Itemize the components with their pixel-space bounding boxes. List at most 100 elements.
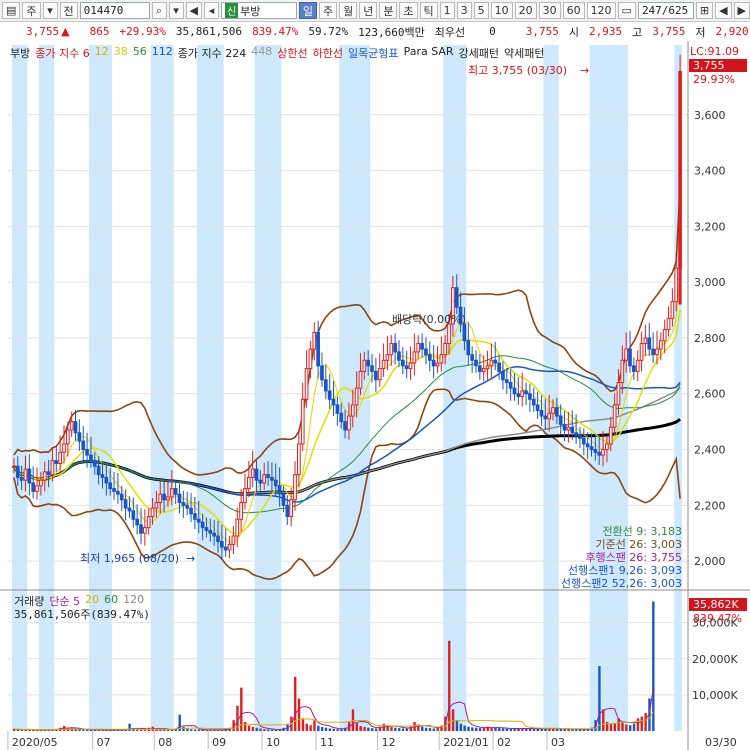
prev-stock-icon[interactable]: ◂ [203,2,219,19]
candle-body [358,370,363,389]
volume-bar [640,716,643,731]
candle-body [520,390,525,398]
high-arrow-icon: → [580,64,589,77]
candle-body [85,449,89,456]
interval-1[interactable]: 1 [439,2,455,19]
candle-body [227,543,232,551]
candle-body [620,359,625,384]
period-second[interactable]: 초 [399,2,418,19]
candle-body [335,404,340,414]
market2-select[interactable]: 전 [59,2,78,19]
highlight-band [196,45,224,731]
legend-lower[interactable]: 하한선 [313,45,343,61]
highlight-band [254,45,282,731]
legend-ma3[interactable]: 448 [251,45,272,61]
candle-body [454,287,459,308]
minimize-icon[interactable]: ▭ [617,2,636,19]
candle-body [270,476,274,481]
candle-body [497,362,501,372]
volume-bar [336,729,339,731]
legend-ichimoku[interactable]: 일목균형표 [348,45,399,61]
interval-10[interactable]: 10 [490,2,513,19]
candle-body [485,365,490,370]
price-chart[interactable]: 2,000 2,200 2,400 2,600 2,800 3,000 3,200 3,400… [0,41,750,750]
legend-ma-label[interactable]: 종가 지수 6 [35,45,89,61]
period-day[interactable]: 일 [298,2,317,19]
candle-body [551,407,555,414]
candle-body [266,474,270,478]
interval-20[interactable]: 20 [514,2,537,19]
interval-5[interactable]: 5 [473,2,489,19]
candle-body [150,507,155,517]
high-label: 고 [632,25,643,39]
high-annotation: 최고 3,755 (03/30) [468,64,567,77]
candle-body [570,426,575,434]
period-month[interactable]: 월 [339,2,358,19]
candle-body [512,387,517,395]
candle-body [524,390,528,395]
dropdown-icon[interactable]: ▾ [168,2,184,19]
candle-body [281,493,286,506]
candle-body [562,423,567,431]
candle-body [277,485,282,495]
chart-type-icon[interactable]: ▤ [2,2,21,19]
legend-ma-112[interactable]: 112 [152,45,173,61]
candle-body [635,359,640,372]
legend-psar[interactable]: Para SAR [404,45,454,61]
legend-ma2[interactable]: 종가 지수 224 [178,45,246,61]
volume-ratio: 839.47% [252,25,299,38]
candle-body [27,468,32,484]
prev-page-icon[interactable]: ◀ [715,2,732,19]
candle-body [92,460,97,467]
interval-3[interactable]: 3 [456,2,472,19]
volume-bar [629,725,632,731]
volume-bar [598,666,601,731]
candle-body [119,493,124,501]
period-week[interactable]: 주 [318,2,338,19]
highlight-band [543,45,559,731]
legend-name[interactable]: 부방 [10,45,30,61]
volume-bar [405,728,409,731]
x-tick-label: 03 [551,736,565,749]
candle-body [123,499,128,509]
stock-code-input[interactable]: 014470 [79,2,150,19]
candle-body [427,354,432,361]
grid-icon[interactable]: ⊞ [695,2,714,19]
legend-ma-56[interactable]: 56 [133,45,147,61]
interval-30[interactable]: 30 [538,2,561,19]
candle-body [23,468,28,481]
candle-body [243,488,247,504]
volume-bar [247,725,251,731]
period-year[interactable]: 년 [359,2,378,19]
candle-body [181,502,186,506]
volume-bar [463,725,466,731]
price-tick-label: 2,800 [694,332,726,345]
period-tick[interactable]: 틱 [419,2,438,19]
next-page-icon[interactable]: ▶ [733,2,750,19]
interval-60[interactable]: 60 [562,2,585,19]
candle-body [316,331,320,367]
candle-body [632,365,636,372]
low-arrow-icon: → [186,552,195,565]
legend-weak[interactable]: 약세패턴 [504,45,544,61]
legend-ma-12[interactable]: 12 [95,45,109,61]
stock-name-field[interactable]: 신 부방 [220,2,297,19]
volume-bar [374,728,378,731]
interval-120[interactable]: 120 [586,2,616,19]
volume-bar [317,725,320,731]
candle-body [254,468,259,481]
legend-strong[interactable]: 강세패턴 [459,45,499,61]
paging-field[interactable]: 247/625 [637,2,694,19]
period-minute[interactable]: 분 [379,2,398,19]
search-icon[interactable]: ⌕ [151,2,167,19]
market-select[interactable]: 주 [22,2,41,19]
legend-upper[interactable]: 상한선 [277,45,307,61]
price-tick-label: 3,200 [694,220,726,233]
low-annotation: 최저 1,965 (08/20) [80,552,179,565]
volume-bar [309,725,312,731]
prev-arrow-icon[interactable]: ▾ [42,2,58,19]
sound-icon[interactable]: ◀ [185,2,202,19]
volume-bar [644,712,647,731]
legend-ma-38[interactable]: 38 [114,45,128,61]
candle-body [431,359,436,367]
